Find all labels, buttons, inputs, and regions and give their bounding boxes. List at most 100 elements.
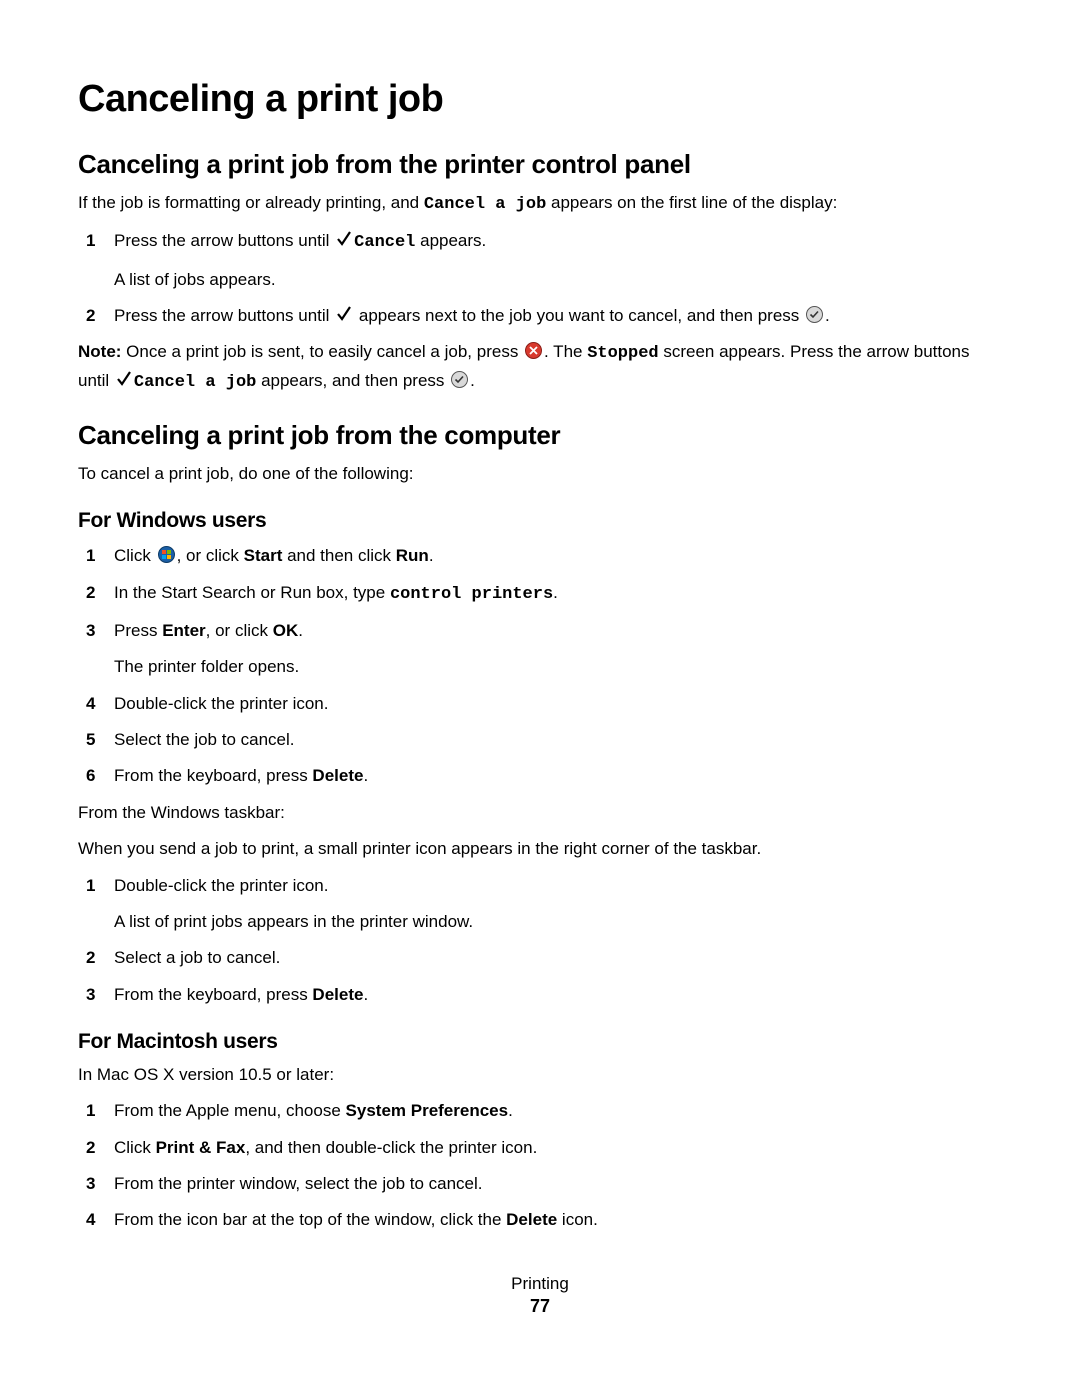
step-number: 4: [86, 1207, 95, 1233]
text: .: [553, 583, 558, 602]
bold-delete: Delete: [312, 766, 363, 785]
text: .: [470, 371, 475, 390]
step-number: 1: [86, 543, 95, 569]
heading-control-panel: Canceling a print job from the printer c…: [78, 149, 1002, 180]
list-item: 1 From the Apple menu, choose System Pre…: [78, 1098, 1002, 1124]
heading-mac: For Macintosh users: [78, 1030, 1002, 1054]
mono-stopped: Stopped: [587, 344, 658, 363]
ok-button-icon: [806, 306, 823, 323]
footer-page-number: 77: [78, 1296, 1002, 1317]
text: appears on the first line of the display…: [546, 193, 837, 212]
windows-start-orb-icon: [158, 546, 175, 563]
steps-mac: 1 From the Apple menu, choose System Pre…: [78, 1098, 1002, 1233]
bold-print-fax: Print & Fax: [156, 1138, 246, 1157]
text: From the keyboard, press: [114, 985, 312, 1004]
step-number: 5: [86, 727, 95, 753]
text: Select the job to cancel.: [114, 730, 295, 749]
taskbar-intro: From the Windows taskbar:: [78, 800, 1002, 826]
text: Select a job to cancel.: [114, 948, 280, 967]
text: , or click: [177, 546, 244, 565]
mono-cancel-a-job: Cancel a job: [134, 373, 256, 392]
bold-start: Start: [244, 546, 283, 565]
checkmark-icon: [116, 370, 132, 388]
list-item: 2 Select a job to cancel.: [78, 945, 1002, 971]
bold-run: Run: [396, 546, 429, 565]
stop-button-icon: [525, 342, 542, 359]
list-item: 2 In the Start Search or Run box, type c…: [78, 580, 1002, 608]
text: If the job is formatting or already prin…: [78, 193, 424, 212]
list-item: 2 Press the arrow buttons until appears …: [78, 303, 1002, 329]
text: Press the arrow buttons until: [114, 306, 334, 325]
list-item: 4 From the icon bar at the top of the wi…: [78, 1207, 1002, 1233]
text: Once a print job is sent, to easily canc…: [126, 342, 523, 361]
text: .: [429, 546, 434, 565]
ok-button-icon: [451, 371, 468, 388]
sub-text: A list of print jobs appears in the prin…: [114, 909, 1002, 935]
step-number: 2: [86, 580, 95, 606]
taskbar-desc: When you send a job to print, a small pr…: [78, 836, 1002, 862]
heading-windows: For Windows users: [78, 509, 1002, 533]
text: , and then double-click the printer icon…: [245, 1138, 537, 1157]
page-title: Canceling a print job: [78, 78, 1002, 121]
text: appears next to the job you want to canc…: [354, 306, 804, 325]
text: .: [363, 985, 368, 1004]
step-number: 1: [86, 228, 95, 254]
list-item: 3 From the keyboard, press Delete.: [78, 982, 1002, 1008]
text: Click: [114, 546, 156, 565]
step-number: 2: [86, 945, 95, 971]
text: appears.: [415, 231, 486, 250]
list-item: 5 Select the job to cancel.: [78, 727, 1002, 753]
checkmark-icon: [336, 305, 352, 323]
mac-intro: In Mac OS X version 10.5 or later:: [78, 1062, 1002, 1088]
intro-computer: To cancel a print job, do one of the fol…: [78, 461, 1002, 487]
list-item: 1 Double-click the printer icon. A list …: [78, 873, 1002, 936]
steps-control-panel: 1 Press the arrow buttons until Cancel a…: [78, 228, 1002, 329]
note-paragraph: Note: Once a print job is sent, to easil…: [78, 339, 1002, 396]
list-item: 1 Click , or click Start and then click …: [78, 543, 1002, 569]
text: Double-click the printer icon.: [114, 694, 328, 713]
text: In the Start Search or Run box, type: [114, 583, 390, 602]
text: Press the arrow buttons until: [114, 231, 334, 250]
step-number: 3: [86, 1171, 95, 1197]
text: From the Apple menu, choose: [114, 1101, 346, 1120]
heading-computer: Canceling a print job from the computer: [78, 420, 1002, 451]
step-number: 3: [86, 982, 95, 1008]
step-number: 6: [86, 763, 95, 789]
text: From the keyboard, press: [114, 766, 312, 785]
mono-cancel-a-job: Cancel a job: [424, 195, 546, 214]
bold-system-preferences: System Preferences: [346, 1101, 509, 1120]
text: appears, and then press: [256, 371, 449, 390]
list-item: 1 Press the arrow buttons until Cancel a…: [78, 228, 1002, 293]
page-footer: Printing 77: [78, 1274, 1002, 1317]
text: .: [825, 306, 830, 325]
page: Canceling a print job Canceling a print …: [0, 0, 1080, 1397]
list-item: 6 From the keyboard, press Delete.: [78, 763, 1002, 789]
text: . The: [544, 342, 587, 361]
list-item: 3 Press Enter, or click OK. The printer …: [78, 618, 1002, 681]
step-number: 2: [86, 303, 95, 329]
sub-text: The printer folder opens.: [114, 654, 1002, 680]
text: Double-click the printer icon.: [114, 876, 328, 895]
text: Press: [114, 621, 162, 640]
text: Click: [114, 1138, 156, 1157]
step-number: 1: [86, 873, 95, 899]
text: , or click: [206, 621, 273, 640]
steps-windows: 1 Click , or click Start and then click …: [78, 543, 1002, 789]
intro-control-panel: If the job is formatting or already prin…: [78, 190, 1002, 218]
bold-ok: OK: [273, 621, 299, 640]
bold-delete: Delete: [312, 985, 363, 1004]
list-item: 4 Double-click the printer icon.: [78, 691, 1002, 717]
list-item: 2 Click Print & Fax, and then double-cli…: [78, 1135, 1002, 1161]
text: From the printer window, select the job …: [114, 1174, 483, 1193]
list-item: 3 From the printer window, select the jo…: [78, 1171, 1002, 1197]
bold-delete: Delete: [506, 1210, 557, 1229]
text: icon.: [557, 1210, 598, 1229]
footer-chapter: Printing: [78, 1274, 1002, 1294]
note-label: Note:: [78, 342, 126, 361]
text: .: [298, 621, 303, 640]
text: .: [363, 766, 368, 785]
mono-control-printers: control printers: [390, 585, 553, 604]
bold-enter: Enter: [162, 621, 205, 640]
step-number: 1: [86, 1098, 95, 1124]
step-number: 4: [86, 691, 95, 717]
